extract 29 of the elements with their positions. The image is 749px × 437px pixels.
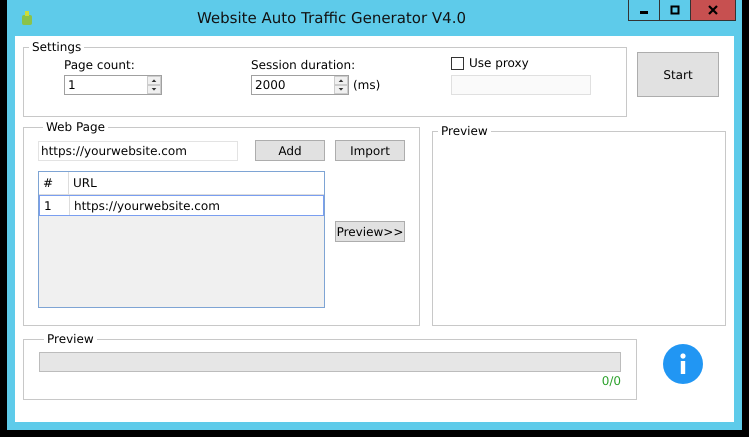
column-header[interactable]: # [39, 172, 69, 194]
url-field[interactable]: https://yourwebsite.com [38, 140, 238, 160]
field-label: Session duration: [251, 58, 356, 72]
close-icon [707, 5, 719, 15]
close-button[interactable] [690, 0, 736, 21]
session-duration-spinner[interactable]: 2000 [251, 75, 349, 95]
group-label: Settings [31, 40, 82, 54]
field-label: Page count: [64, 58, 136, 72]
proxy-checkbox[interactable] [451, 56, 464, 70]
group-label: Web Page [45, 120, 106, 134]
action-button[interactable]: Import [335, 140, 405, 161]
info-icon[interactable] [663, 344, 703, 384]
progress-count: 0/0 [602, 374, 621, 388]
table-cell: 1 [40, 196, 70, 215]
app-icon [20, 10, 34, 26]
group-label: Preview [46, 332, 95, 346]
table-cell-text: https://yourwebsite.com [73, 198, 221, 214]
unit-label: (ms) [353, 78, 380, 92]
group-label: Preview [440, 124, 489, 138]
column-header[interactable]: URL [69, 172, 324, 194]
window-title: Website Auto Traffic Generator V4.0 [196, 9, 468, 27]
minimize-button[interactable] [628, 0, 660, 21]
maximize-icon [670, 5, 680, 15]
checkbox-label: Use proxy [469, 56, 529, 70]
start-button[interactable]: Start [637, 52, 719, 97]
preview-button[interactable]: Preview>> [335, 221, 405, 242]
action-button[interactable]: Add [255, 140, 325, 161]
table-row[interactable]: 1 https://yourwebsite.com [39, 195, 324, 216]
page-count-spinner[interactable]: 1 [64, 75, 162, 95]
